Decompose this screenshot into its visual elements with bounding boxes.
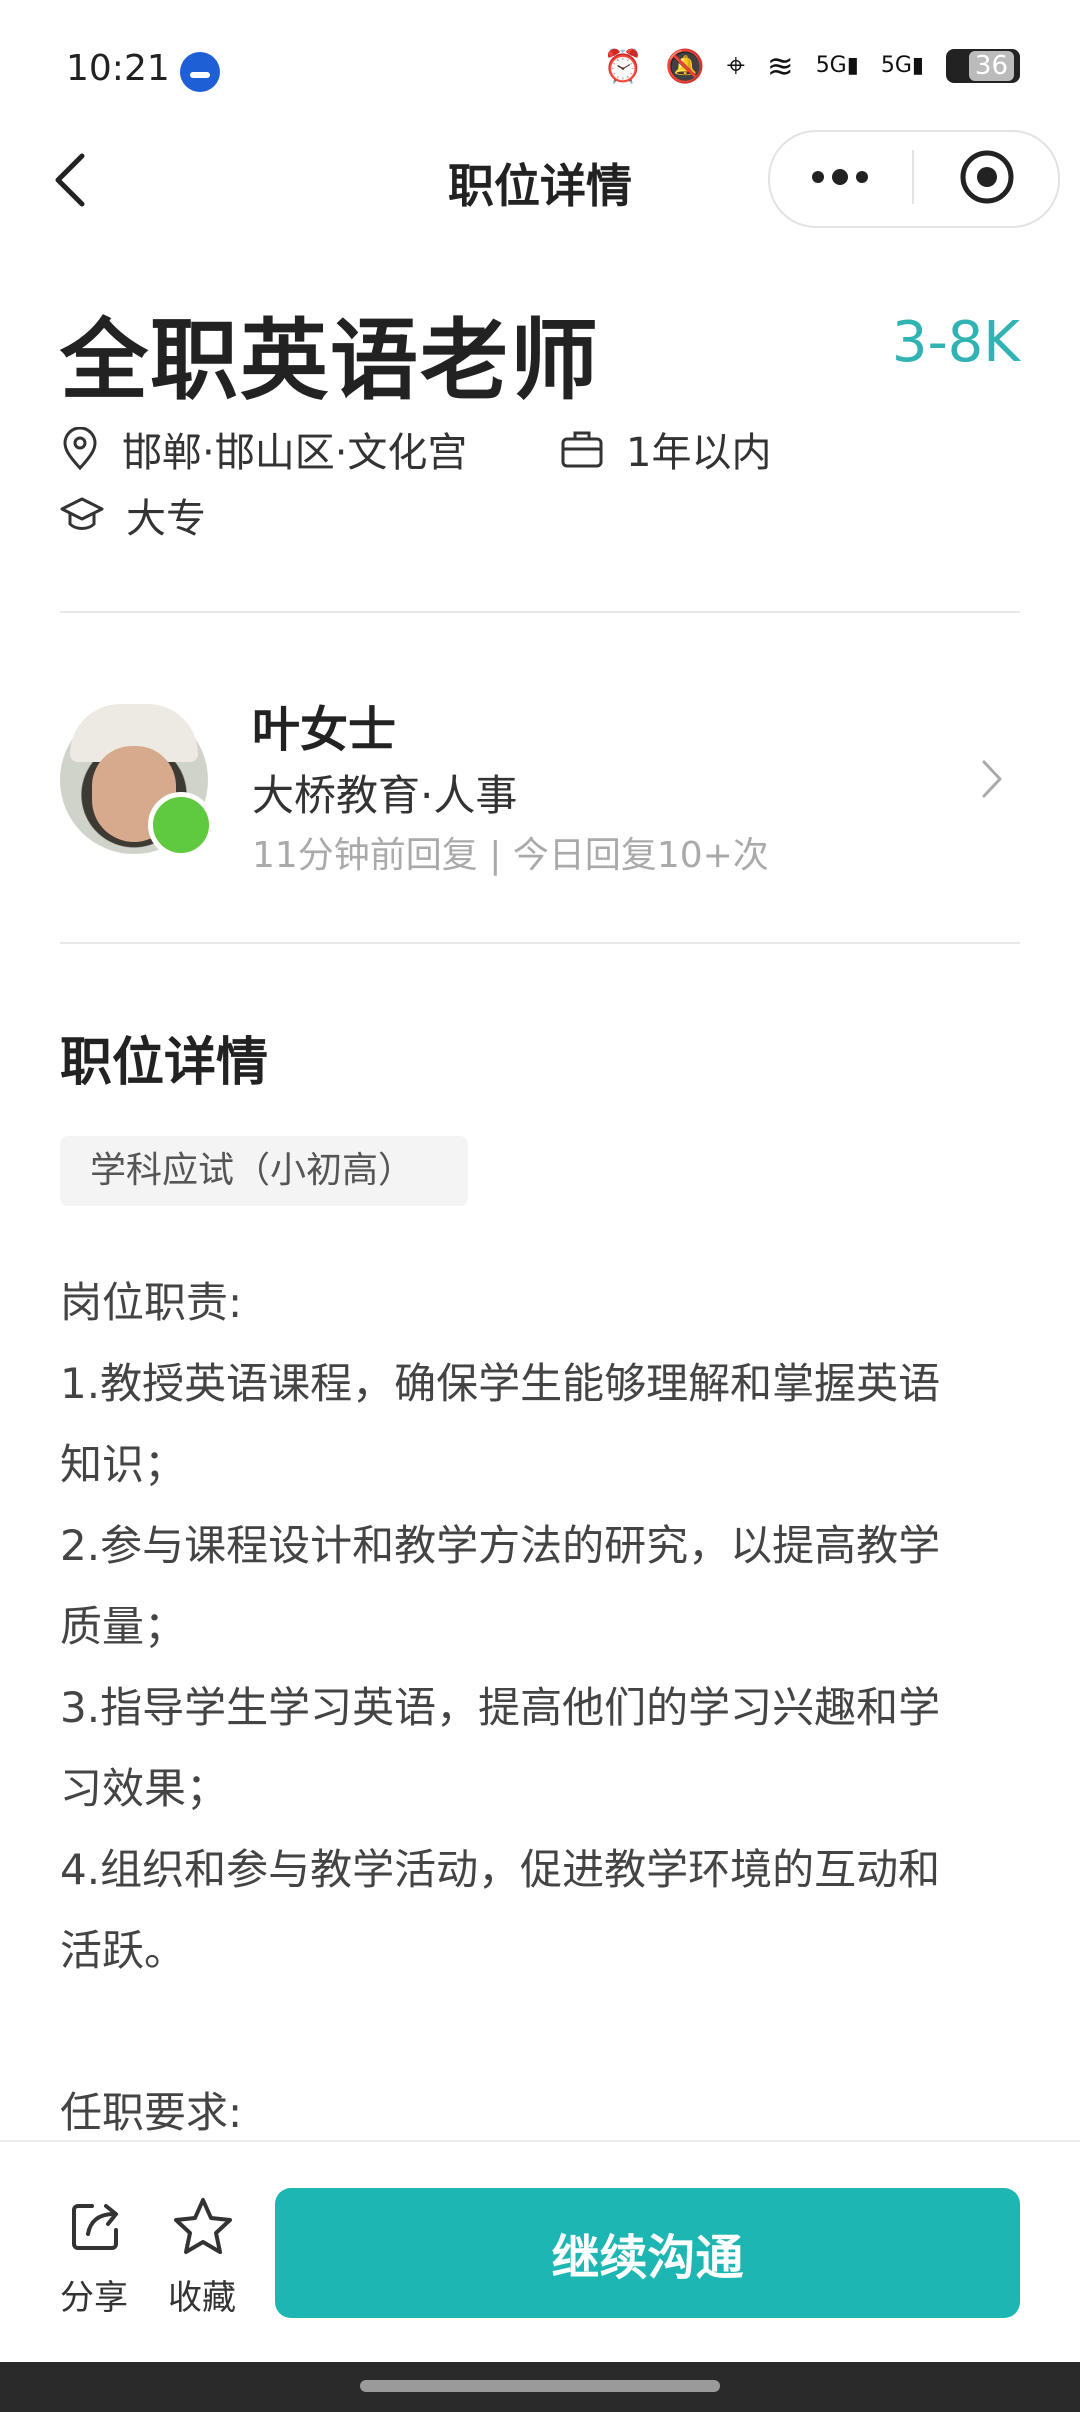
capsule-divider bbox=[912, 150, 914, 204]
signal-icon-2: 5G▮ bbox=[880, 53, 924, 78]
status-icons: ⏰ 🔕 ⌖ ≋ 5G▮ 5G▮ 36 bbox=[603, 46, 1020, 85]
app-notification-icon bbox=[180, 52, 220, 92]
more-icon[interactable] bbox=[808, 165, 872, 189]
share-button-label[interactable]: 分享 bbox=[60, 2270, 128, 2319]
divider bbox=[60, 942, 1020, 944]
location-icon: ⌖ bbox=[726, 46, 745, 84]
experience-text: 1年以内 bbox=[626, 430, 772, 476]
mute-icon: 🔕 bbox=[665, 46, 705, 85]
star-icon[interactable] bbox=[172, 2196, 234, 2258]
graduation-cap-icon bbox=[60, 497, 104, 530]
experience-row: 1年以内 bbox=[560, 420, 771, 478]
continue-chat-button[interactable]: 继续沟通 bbox=[275, 2188, 1020, 2318]
chevron-right-icon[interactable] bbox=[980, 758, 1004, 800]
favorite-button-label[interactable]: 收藏 bbox=[168, 2270, 236, 2319]
recruiter-reply-stats: 11分钟前回复 | 今日回复10+次 bbox=[252, 835, 769, 876]
briefcase-icon bbox=[561, 431, 603, 468]
online-status-dot bbox=[148, 792, 214, 858]
salary: 3-8K bbox=[891, 310, 1020, 375]
map-pin-icon bbox=[63, 427, 97, 471]
job-description: 岗位职责: 1.教授英语课程，确保学生能够理解和掌握英语 知识； 2.参与课程设… bbox=[60, 1278, 941, 2137]
status-time: 10:21 bbox=[66, 48, 170, 89]
recruiter-company: 大桥教育·人事 bbox=[252, 771, 518, 820]
wifi-icon: ≋ bbox=[766, 46, 794, 85]
recruiter-name[interactable]: 叶女士 bbox=[252, 690, 396, 760]
alarm-icon: ⏰ bbox=[603, 46, 643, 85]
divider bbox=[60, 611, 1020, 613]
education-row: 大专 bbox=[60, 486, 206, 544]
education-text: 大专 bbox=[126, 496, 206, 542]
location-text: 邯郸·邯山区·文化宫 bbox=[122, 430, 468, 476]
category-tag: 学科应试（小初高） bbox=[60, 1136, 468, 1206]
share-icon[interactable] bbox=[68, 2198, 124, 2254]
battery-icon: 36 bbox=[946, 48, 1020, 83]
job-title: 全职英语老师 bbox=[60, 309, 601, 412]
section-title: 职位详情 bbox=[60, 1033, 269, 1093]
home-indicator[interactable] bbox=[360, 2380, 720, 2392]
signal-icon: 5G▮ bbox=[815, 53, 859, 78]
location-row: 邯郸·邯山区·文化宫 bbox=[60, 420, 467, 478]
close-miniprogram-icon[interactable] bbox=[958, 148, 1016, 206]
